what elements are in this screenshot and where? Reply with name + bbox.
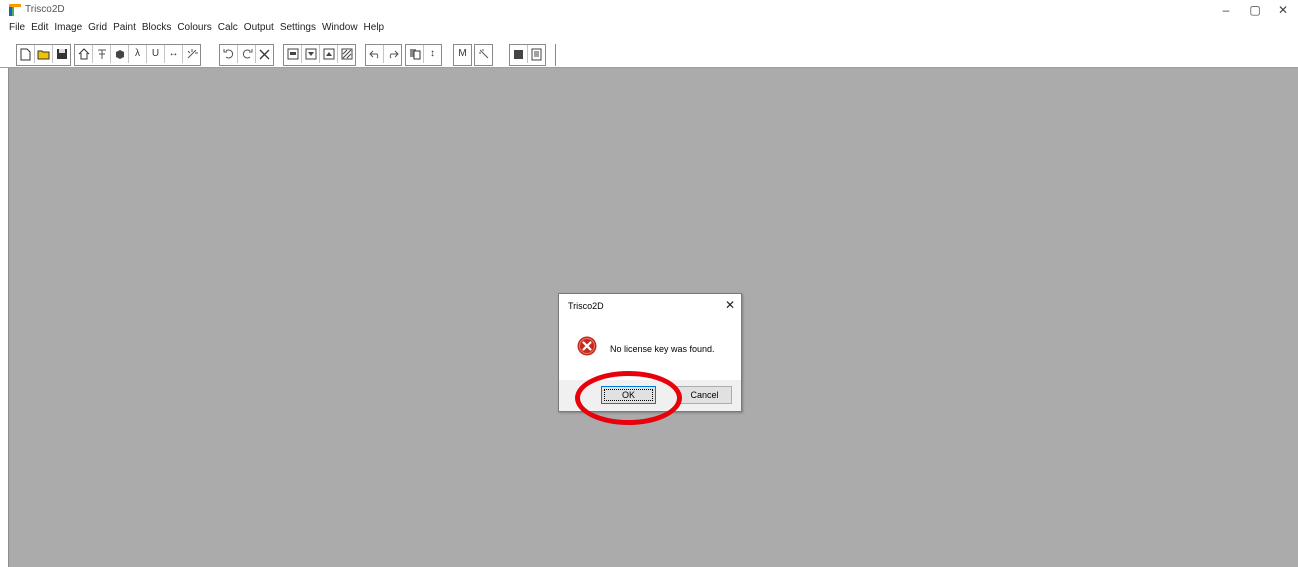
view-down-button[interactable] (302, 45, 320, 63)
copy-button[interactable] (406, 45, 424, 63)
rotate-right-icon (242, 49, 252, 59)
ok-button[interactable]: OK (601, 386, 656, 404)
new-file-icon (20, 48, 31, 60)
menu-output[interactable]: Output (241, 20, 277, 36)
report-button[interactable] (528, 45, 545, 63)
house-icon (78, 48, 89, 60)
rotate-left-button[interactable] (220, 45, 238, 63)
dialog-title: Trisco2D (568, 301, 604, 311)
redo-icon (389, 50, 399, 59)
menu-image[interactable]: Image (51, 20, 85, 36)
view-up-button[interactable] (320, 45, 338, 63)
menu-edit[interactable]: Edit (28, 20, 51, 36)
restore-button[interactable]: ▢ (1240, 2, 1270, 18)
rotate-right-button[interactable] (238, 45, 256, 63)
menu-colours[interactable]: Colours (174, 20, 214, 36)
magic-wand-button[interactable] (475, 45, 492, 63)
license-error-dialog: Trisco2D ✕ No license key was found. OK … (558, 293, 742, 412)
menu-settings[interactable]: Settings (277, 20, 319, 36)
undo-button[interactable] (366, 45, 384, 63)
menu-file[interactable]: File (6, 20, 28, 36)
toolbar-group-file (16, 44, 71, 66)
app-logo-icon (9, 4, 21, 16)
pattern-icon (341, 48, 352, 60)
menu-calc[interactable]: Calc (215, 20, 241, 36)
error-icon (577, 336, 597, 356)
redo-button[interactable] (384, 45, 401, 63)
window-icon (287, 48, 298, 60)
delete-button[interactable] (256, 45, 273, 63)
save-file-button[interactable] (53, 45, 70, 63)
magic-wand-icon (478, 49, 488, 59)
lambda-button[interactable]: λ (129, 45, 147, 63)
toolbar: λ U ↔ ↕ M (0, 40, 1298, 68)
home-button[interactable] (75, 45, 93, 63)
view-pattern-button[interactable] (338, 45, 355, 63)
solid-block-icon (115, 50, 124, 59)
toolbar-group-mode: M (453, 44, 472, 66)
filled-square-icon (514, 49, 523, 59)
toolbar-group-magic (474, 44, 493, 66)
toolbar-group-report (509, 44, 546, 66)
toolbar-group-history (365, 44, 402, 66)
cancel-button[interactable]: Cancel (677, 386, 732, 404)
dialog-title-bar: Trisco2D ✕ (559, 294, 741, 318)
fill-square-button[interactable] (510, 45, 528, 63)
transform-button[interactable] (183, 45, 200, 63)
toolbar-group-edit (219, 44, 274, 66)
minimize-button[interactable]: – (1211, 2, 1241, 18)
delete-icon (259, 49, 270, 59)
menu-paint[interactable]: Paint (110, 20, 139, 36)
dialog-body: No license key was found. (559, 318, 741, 380)
toolbar-group-draw: λ U ↔ (74, 44, 201, 66)
toolbar-group-view (283, 44, 356, 66)
document-icon (531, 48, 542, 60)
menu-grid[interactable]: Grid (85, 20, 110, 36)
window-title: Trisco2D (25, 4, 65, 15)
undo-icon (368, 50, 378, 59)
menu-bar: File Edit Image Grid Paint Blocks Colour… (6, 20, 387, 36)
dialog-close-button[interactable]: ✕ (725, 297, 735, 313)
dialog-message: No license key was found. (610, 344, 715, 354)
solid-block-button[interactable] (111, 45, 129, 63)
save-icon (56, 49, 67, 59)
swap-button[interactable]: ↕ (424, 45, 441, 63)
open-file-button[interactable] (35, 45, 53, 63)
open-folder-icon (37, 50, 50, 59)
focus-outline (604, 389, 653, 401)
close-button[interactable]: ✕ (1268, 2, 1298, 18)
u-value-button[interactable]: U (147, 45, 165, 63)
menu-help[interactable]: Help (361, 20, 388, 36)
triangle-up-icon (323, 48, 334, 60)
title-bar: Trisco2D – ▢ ✕ (0, 0, 1298, 20)
m-mode-button[interactable]: M (454, 45, 471, 63)
dialog-button-bar: OK Cancel (559, 380, 741, 411)
dimension-button[interactable]: ↔ (165, 45, 183, 63)
new-file-button[interactable] (17, 45, 35, 63)
toolbar-group-tools: ↕ (405, 44, 442, 66)
structure-icon (97, 49, 106, 59)
toolbar-separator (555, 44, 556, 66)
structure-button[interactable] (93, 45, 111, 63)
rotate-left-icon (223, 49, 233, 59)
menu-window[interactable]: Window (319, 20, 361, 36)
menu-blocks[interactable]: Blocks (139, 20, 174, 36)
sparkle-icon (187, 49, 198, 59)
view-window-button[interactable] (284, 45, 302, 63)
triangle-down-icon (305, 48, 316, 60)
copy-icon (409, 49, 420, 60)
cancel-button-label: Cancel (690, 390, 719, 400)
